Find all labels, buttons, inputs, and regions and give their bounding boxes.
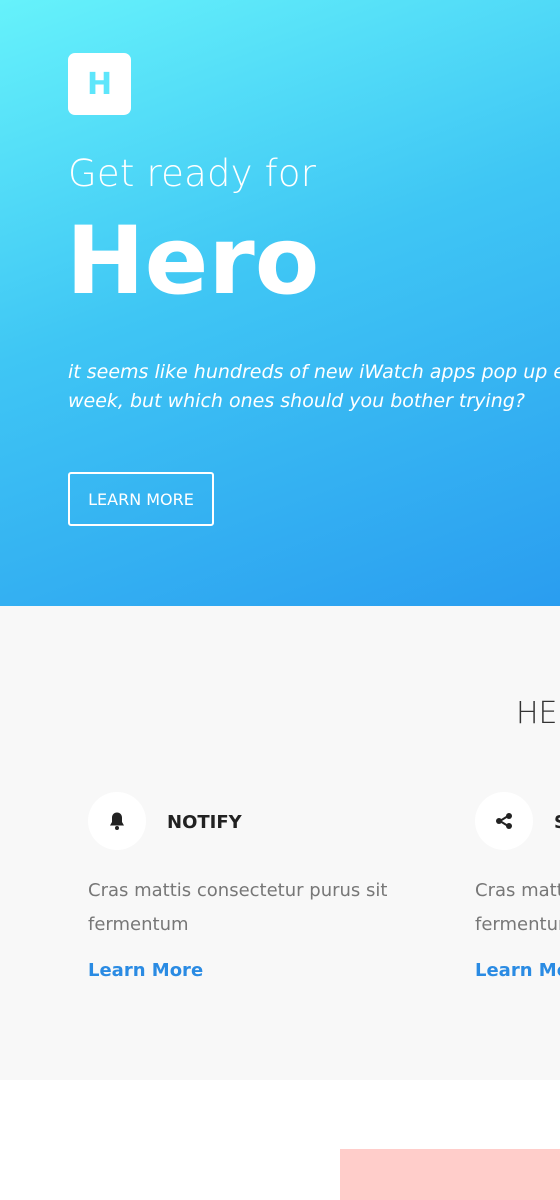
- feature-text: Cras mattis consectetur purus sit fermen…: [475, 880, 560, 935]
- feature-title: NOTIFY: [167, 812, 242, 833]
- feature-title: S: [554, 812, 560, 833]
- tagline-line-2: week, but which ones should you bother t…: [68, 390, 525, 412]
- pink-panel: [340, 1149, 560, 1200]
- tagline-line-1: it seems like hundreds of new iWatch app…: [68, 361, 560, 383]
- feature-text: Cras mattis consectetur purus sit fermen…: [88, 880, 388, 935]
- hero-tagline: it seems like hundreds of new iWatch app…: [68, 358, 560, 416]
- hero-subtitle: Get ready for: [68, 152, 317, 195]
- bell-icon: [88, 792, 146, 850]
- section-heading: HE: [516, 696, 558, 731]
- feature-learn-more-link[interactable]: Learn More: [88, 960, 203, 981]
- logo-letter: H: [86, 66, 113, 102]
- features-section: HE NOTIFY Cras mattis consectetur purus …: [0, 606, 560, 1080]
- hero-section: H Get ready for Hero it seems like hundr…: [0, 0, 560, 606]
- logo[interactable]: H: [68, 53, 131, 115]
- share-icon: [475, 792, 533, 850]
- learn-more-button[interactable]: LEARN MORE: [68, 472, 214, 526]
- feature-learn-more-link[interactable]: Learn More: [475, 960, 560, 981]
- hero-title: Hero: [66, 207, 320, 316]
